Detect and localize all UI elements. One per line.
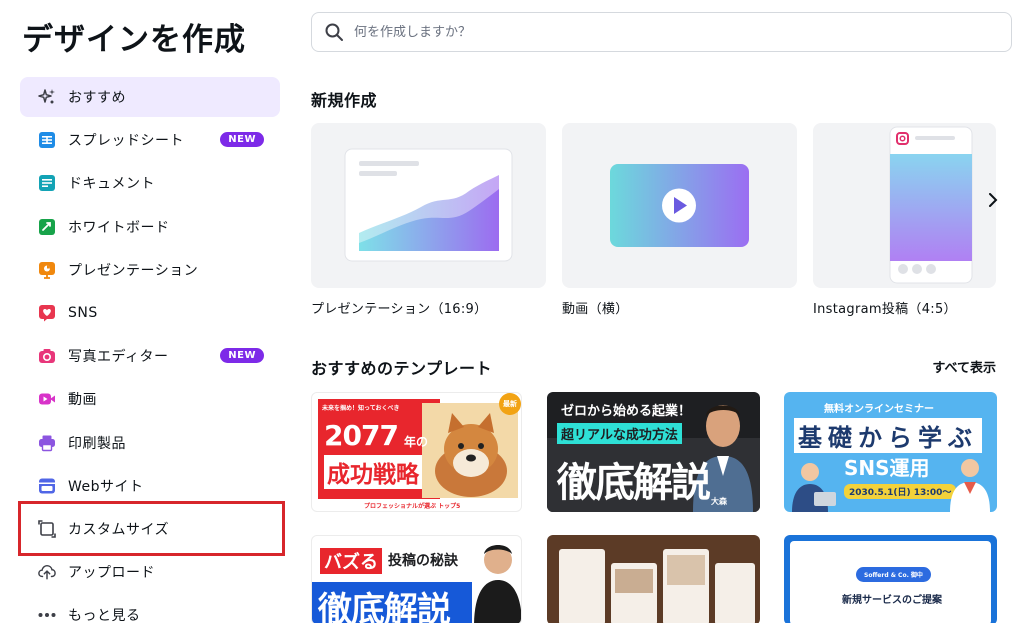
video-card[interactable] [562,123,797,288]
sidebar-item-label: もっと見る [68,608,141,623]
template-text: 徹底解説 [312,582,472,623]
search-bar[interactable] [311,12,1012,52]
website-icon [38,477,56,495]
template-text: SNS運用 [844,456,930,480]
sidebar-item-label: 動画 [68,392,97,409]
sidebar-item-sns[interactable]: SNS [20,293,280,333]
sidebar-item-label: スプレッドシート [68,133,184,150]
sidebar-item-photo-editor[interactable]: 写真エディター NEW [20,336,280,376]
template-card[interactable]: 無料オンラインセミナー 基礎から学ぶ SNS運用 2030.5.1(日) 13:… [784,392,997,512]
sidebar-item-document[interactable]: ドキュメント [20,163,280,203]
template-card[interactable] [547,535,760,623]
new-design-title: 新規作成 [311,91,378,110]
template-text: ゼロから始める起業！ [561,404,692,419]
templates-title: おすすめのテンプレート [311,359,493,378]
template-text: 2030.5.1(日) 13:00〜 [844,484,957,499]
sidebar-item-label: ホワイトボード [68,219,170,236]
template-text: 新規サービスのご提案 [842,595,942,606]
template-text: 超リアルな成功方法 [557,423,682,444]
card-label: プレゼンテーション（16:9） [311,302,488,317]
sidebar-item-more[interactable]: もっと見る [20,595,280,623]
search-icon [324,22,344,42]
template-text: 未来を掴め！知っておくべき [322,405,400,412]
sparkle-icon [38,88,56,106]
sidebar: おすすめ スプレッドシート NEW ドキュメント ホワイトボード プレゼンテーシ… [20,77,280,623]
sidebar-item-label: おすすめ [68,90,126,106]
sidebar-item-print[interactable]: 印刷製品 [20,423,280,463]
sidebar-item-spreadsheet[interactable]: スプレッドシート NEW [20,120,280,160]
new-badge: NEW [220,132,264,148]
template-badge: 最新 [503,400,517,408]
template-text: 無料オンラインセミナー [824,404,934,415]
search-input[interactable] [354,24,954,40]
sidebar-item-whiteboard[interactable]: ホワイトボード [20,207,280,247]
card-label: 動画（横） [562,302,629,317]
whiteboard-icon [38,218,56,236]
template-card[interactable]: バズる 投稿の秘訣 徹底解説 [311,535,522,623]
sidebar-item-upload[interactable]: アップロード [20,552,280,592]
template-text: Sofferd & Co. 御中 [856,567,931,582]
template-text: 基礎から学ぶ [794,418,982,453]
sidebar-item-video[interactable]: 動画 [20,379,280,419]
video-icon [38,390,56,408]
printer-icon [38,434,56,452]
sidebar-item-label: SNS [68,304,98,321]
template-card[interactable]: Sofferd & Co. 御中 新規サービスのご提案 [784,535,997,623]
presentation-icon [38,261,56,279]
heart-icon [38,304,56,322]
template-card[interactable]: ゼロから始める起業！ 超リアルな成功方法 徹底解説 大森 [547,392,760,512]
sidebar-item-label: ドキュメント [68,176,155,193]
more-dots-icon [38,606,56,623]
upload-cloud-icon [38,563,56,581]
sidebar-item-presentation[interactable]: プレゼンテーション [20,250,280,290]
template-text: バズる [320,548,382,574]
custom-size-icon [38,520,56,538]
template-text: 徹底解説 [557,460,711,506]
sidebar-item-website[interactable]: Webサイト [20,466,280,506]
see-all-link[interactable]: すべて表示 [932,357,996,376]
instagram-card[interactable] [813,123,996,288]
template-text: プロフェッショナルが選ぶ トップ5 [364,503,461,510]
spreadsheet-icon [38,131,56,149]
sidebar-item-label: 写真エディター [68,349,169,366]
card-label: Instagram投稿（4:5） [813,302,957,317]
sidebar-item-label: Webサイト [68,478,144,495]
template-card[interactable]: 未来を掴め！知っておくべき 2077 年の 成功戦略 プロフェッショナルが選ぶ … [311,392,522,512]
sidebar-item-label: 印刷製品 [68,435,126,452]
sidebar-item-label: アップロード [68,565,155,582]
template-text: 成功戦略 [324,455,422,489]
document-icon [38,174,56,192]
sidebar-item-recommended[interactable]: おすすめ [20,77,280,117]
new-badge: NEW [220,348,264,364]
sidebar-item-label: カスタムサイズ [68,521,170,538]
chevron-right-icon[interactable] [983,190,1003,210]
page-title: デザインを作成 [22,22,246,58]
sidebar-item-custom-size[interactable]: カスタムサイズ [20,509,280,549]
template-text: 投稿の秘訣 [388,553,458,569]
template-text: 2077 [324,419,399,452]
template-text: 大森 [711,497,727,506]
template-text: 年の [404,435,429,449]
sidebar-item-label: プレゼンテーション [68,262,199,279]
camera-icon [38,347,56,365]
presentation-card[interactable] [311,123,546,288]
